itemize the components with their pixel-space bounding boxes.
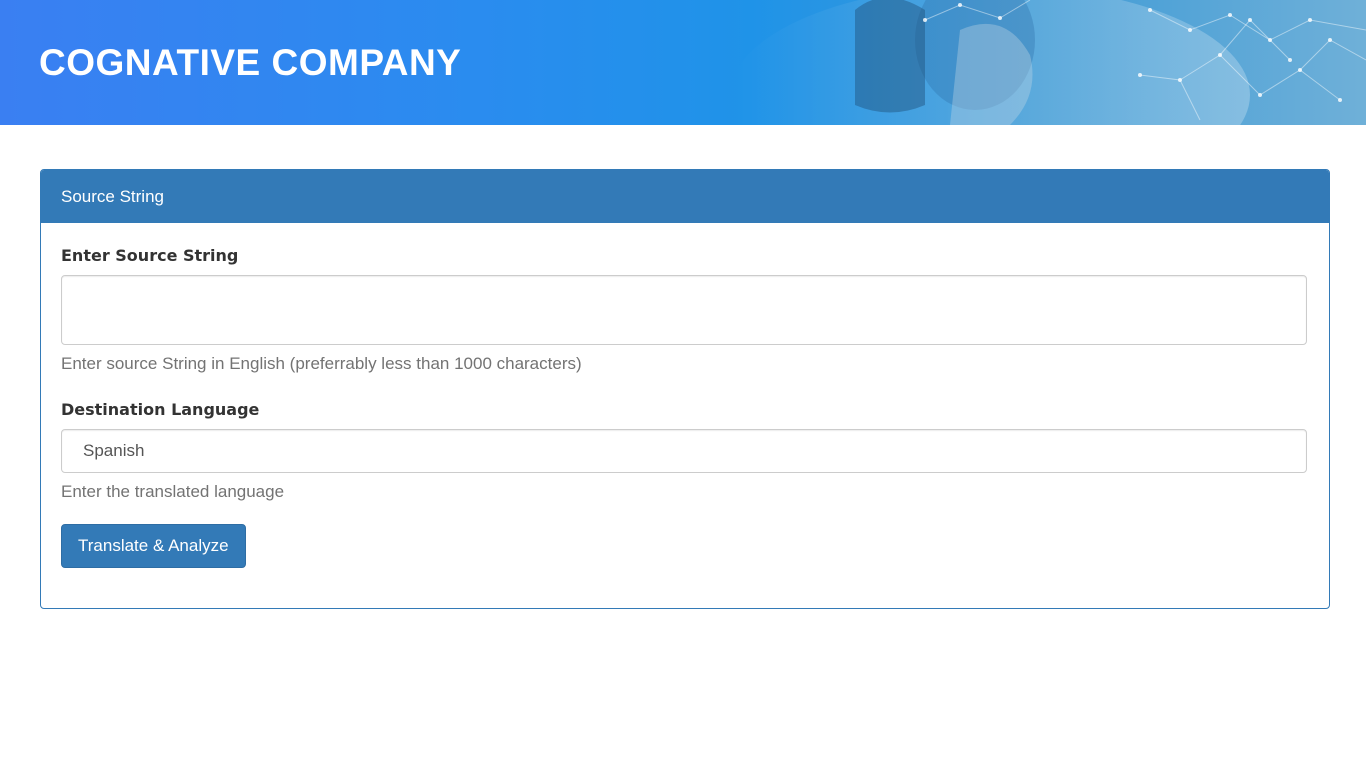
company-name: COGNATIVE COMPANY (39, 42, 462, 83)
source-string-input[interactable] (61, 275, 1307, 345)
destination-language-select[interactable]: Spanish (61, 429, 1307, 473)
destination-language-label: Destination Language (61, 400, 260, 419)
source-string-panel: Source String Enter Source String Enter … (40, 169, 1330, 609)
panel-heading: Source String (41, 170, 1329, 223)
header-banner: COGNATIVE COMPANY (0, 0, 1366, 125)
destination-language-help: Enter the translated language (61, 482, 285, 501)
source-string-label: Enter Source String (61, 246, 239, 265)
destination-language-value: Spanish (83, 441, 145, 460)
translate-analyze-button[interactable]: Translate & Analyze (61, 524, 246, 568)
source-string-help: Enter source String in English (preferra… (61, 354, 582, 373)
